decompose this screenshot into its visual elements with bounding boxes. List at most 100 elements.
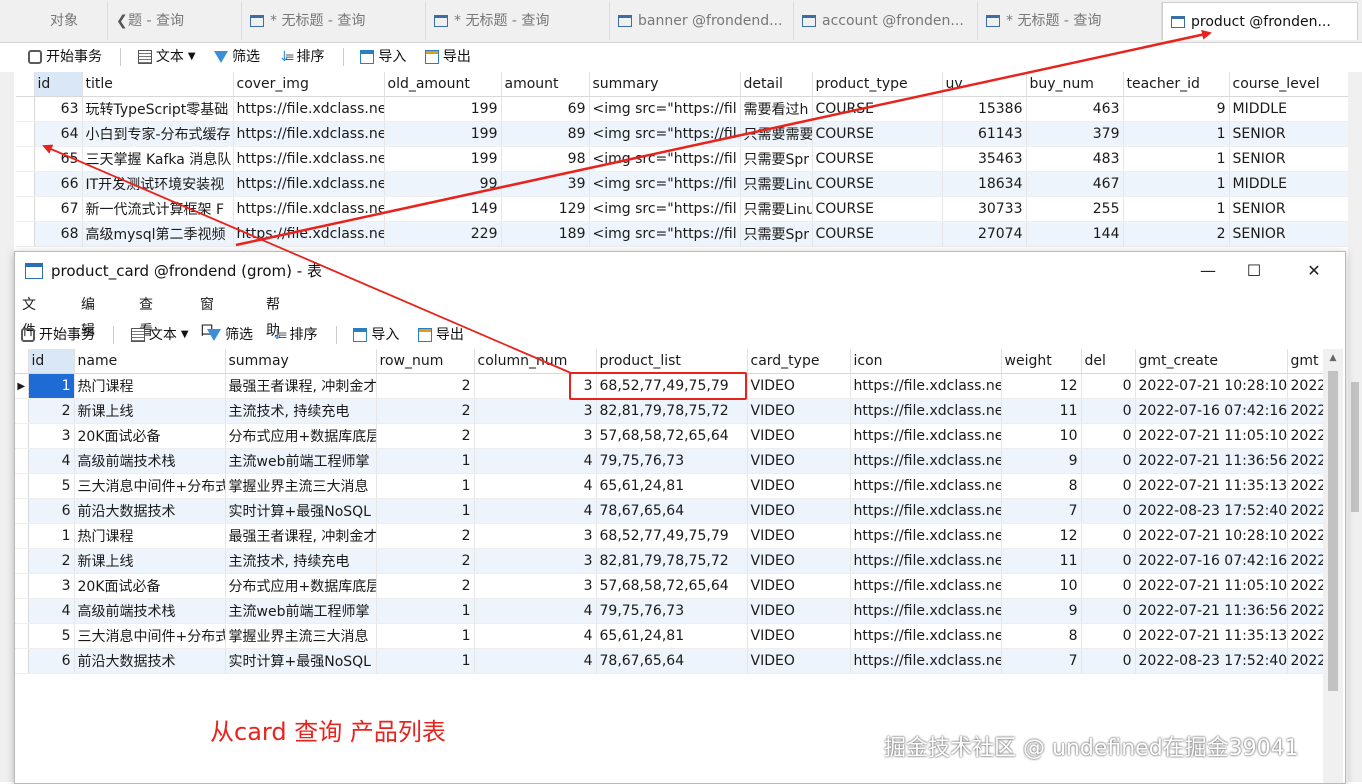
table-cell[interactable]: 2 <box>28 398 75 424</box>
table-cell[interactable]: 199 <box>384 146 502 172</box>
table-cell[interactable]: 8 <box>1001 623 1082 649</box>
table-cell[interactable]: 实时计算+最强NoSQL <box>225 498 377 524</box>
column-header[interactable]: del <box>1081 349 1136 374</box>
table-cell[interactable]: 6 <box>28 648 75 674</box>
table-cell[interactable]: 2022 <box>1287 423 1324 449</box>
table-cell[interactable]: 82,81,79,78,75,72 <box>596 398 748 424</box>
table-cell[interactable]: 只需要Linu <box>740 171 813 197</box>
column-header[interactable]: product_type <box>812 72 943 97</box>
table-cell[interactable]: 2022-08-23 17:52:40 <box>1135 498 1288 524</box>
table-cell[interactable]: SENIOR <box>1229 146 1349 172</box>
begin-transaction-button[interactable]: 开始事务 <box>21 322 95 348</box>
main-scrollbar[interactable] <box>1348 72 1362 782</box>
table-cell[interactable]: 2022-07-21 11:35:13 <box>1135 623 1288 649</box>
table-cell[interactable]: 4 <box>474 598 597 624</box>
table-cell[interactable]: 掌握业界主流三大消息 <box>225 473 377 499</box>
table-cell[interactable]: VIDEO <box>747 648 851 674</box>
table-row[interactable]: 6 前沿大数据技术 实时计算+最强NoSQL 1 4 78,67,65,64 VIDEO ht… <box>15 648 1324 674</box>
table-cell[interactable]: 最强王者课程, 冲刺金才 <box>225 523 377 549</box>
table-cell[interactable]: 热门课程 <box>74 373 226 399</box>
table-cell[interactable]: 379 <box>1026 121 1124 147</box>
table-cell[interactable]: IT开发测试环境安装视 <box>82 171 234 197</box>
table-cell[interactable]: 1 <box>376 448 475 474</box>
table-cell[interactable]: 11 <box>1001 548 1082 574</box>
column-header[interactable]: id <box>34 72 83 97</box>
table-cell[interactable]: VIDEO <box>747 548 851 574</box>
minimize-button[interactable]: — <box>1185 252 1231 290</box>
table-cell[interactable]: 只需要需要看 <box>740 121 813 147</box>
column-header[interactable]: row_num <box>376 349 475 374</box>
table-cell[interactable]: 2022 <box>1287 398 1324 424</box>
column-header[interactable]: course_level <box>1229 72 1349 97</box>
table-cell[interactable]: 2022-08-23 17:52:40 <box>1135 648 1288 674</box>
table-cell[interactable]: COURSE <box>812 96 943 122</box>
table-cell[interactable]: 2022 <box>1287 623 1324 649</box>
table-row[interactable]: 6 前沿大数据技术 实时计算+最强NoSQL 1 4 78,67,65,64 VIDEO ht… <box>15 498 1324 524</box>
table-cell[interactable]: 9 <box>1001 448 1082 474</box>
table-cell[interactable]: https://file.xdclass.ne <box>233 171 385 197</box>
column-header[interactable]: summay <box>225 349 377 374</box>
table-cell[interactable]: 主流web前端工程师掌 <box>225 598 377 624</box>
row-selector[interactable] <box>15 598 29 624</box>
table-cell[interactable]: 2022-07-21 11:05:10 <box>1135 423 1288 449</box>
table-cell[interactable]: https://file.xdclass.ne <box>850 598 1002 624</box>
table-cell[interactable]: 新课上线 <box>74 398 226 424</box>
table-cell[interactable]: 68 <box>34 221 83 247</box>
table-cell[interactable]: 2022-07-16 07:42:16 <box>1135 398 1288 424</box>
column-header[interactable]: gmt_create <box>1135 349 1288 374</box>
table-cell[interactable]: 99 <box>384 171 502 197</box>
table-cell[interactable]: 199 <box>384 96 502 122</box>
tab-query-4[interactable]: * 无标题 - 查询 <box>978 2 1162 40</box>
table-cell[interactable]: 3 <box>474 398 597 424</box>
table-cell[interactable]: 2022 <box>1287 473 1324 499</box>
table-cell[interactable]: <img src="https://fil <box>589 96 741 122</box>
table-cell[interactable]: 67 <box>34 196 83 222</box>
table-cell[interactable]: 小白到专家-分布式缓存 <box>82 121 234 147</box>
table-cell[interactable]: 2022-07-21 11:35:13 <box>1135 473 1288 499</box>
table-cell[interactable]: SENIOR <box>1229 221 1349 247</box>
column-header[interactable]: teacher_id <box>1123 72 1230 97</box>
row-selector[interactable] <box>15 473 29 499</box>
row-selector[interactable] <box>15 448 29 474</box>
table-cell[interactable]: COURSE <box>812 196 943 222</box>
table-cell[interactable]: 12 <box>1001 373 1082 399</box>
table-row[interactable]: 64 小白到专家-分布式缓存 https://file.xdclass.ne 199 8… <box>16 121 1349 147</box>
table-cell[interactable]: 需要看过h <box>740 96 813 122</box>
column-header[interactable]: summary <box>589 72 741 97</box>
table-cell[interactable]: MIDDLE <box>1229 96 1349 122</box>
column-header[interactable]: cover_img <box>233 72 385 97</box>
table-row[interactable]: 1 热门课程 最强王者课程, 冲刺金才 2 3 68,52,77,49,75,79 VIDE… <box>15 523 1324 549</box>
table-cell[interactable]: <img src="https://fil <box>589 146 741 172</box>
table-cell[interactable]: 57,68,58,72,65,64 <box>596 573 748 599</box>
table-cell[interactable]: 0 <box>1081 448 1136 474</box>
text-view-button[interactable]: 文本 ▼ <box>130 322 189 348</box>
table-cell[interactable]: 8 <box>1001 473 1082 499</box>
table-cell[interactable]: 7 <box>1001 648 1082 674</box>
table-cell[interactable]: 68,52,77,49,75,79 <box>596 523 748 549</box>
table-cell[interactable]: 高级前端技术栈 <box>74 598 226 624</box>
table-cell[interactable]: 2 <box>376 548 475 574</box>
table-row[interactable]: 68 高级mysql第二季视频 https://file.xdclass.ne 229… <box>16 221 1349 247</box>
table-cell[interactable]: 9 <box>1001 598 1082 624</box>
table-cell[interactable]: 483 <box>1026 146 1124 172</box>
table-cell[interactable]: 15386 <box>942 96 1027 122</box>
column-header[interactable]: old_amount <box>384 72 502 97</box>
table-cell[interactable]: 82,81,79,78,75,72 <box>596 548 748 574</box>
table-cell[interactable]: VIDEO <box>747 473 851 499</box>
table-cell[interactable]: https://file.xdclass.ne <box>850 573 1002 599</box>
table-cell[interactable]: 2022 <box>1287 548 1324 574</box>
table-cell[interactable]: https://file.xdclass.ne <box>233 221 385 247</box>
tab-query-1[interactable]: ❮题 - 查询 <box>108 2 242 40</box>
row-selector[interactable] <box>16 196 35 222</box>
table-cell[interactable]: 3 <box>28 573 75 599</box>
table-cell[interactable]: VIDEO <box>747 373 851 399</box>
table-cell[interactable]: 前沿大数据技术 <box>74 648 226 674</box>
export-button[interactable]: 导出 <box>424 44 471 70</box>
table-cell[interactable]: https://file.xdclass.ne <box>850 498 1002 524</box>
import-button[interactable]: 导入 <box>360 44 406 70</box>
table-cell[interactable]: 18634 <box>942 171 1027 197</box>
column-header[interactable]: icon <box>850 349 1002 374</box>
table-cell[interactable]: 掌握业界主流三大消息 <box>225 623 377 649</box>
table-cell[interactable]: 20K面试必备 <box>74 573 226 599</box>
table-cell[interactable]: 149 <box>384 196 502 222</box>
